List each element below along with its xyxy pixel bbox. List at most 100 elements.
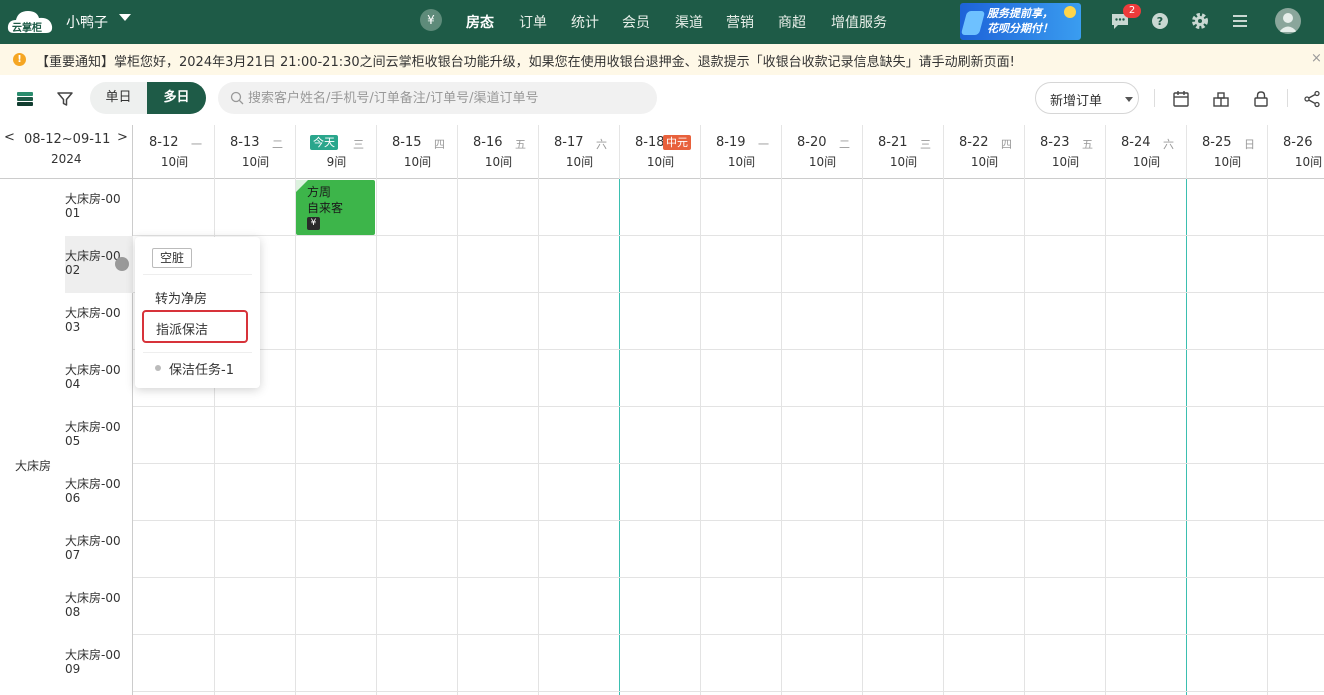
room-row[interactable]: 大床房-0006: [65, 464, 133, 521]
assign-cleaning-label: 指派保洁: [156, 323, 209, 338]
prev-range-button[interactable]: <: [4, 130, 15, 145]
lock-icon[interactable]: [1252, 90, 1270, 108]
nav-channels[interactable]: 渠道: [675, 12, 703, 32]
day-column[interactable]: 8-24 六 10间: [1106, 125, 1187, 179]
room-name: 大床房-0004: [65, 363, 121, 391]
day-date: 8-21: [878, 135, 908, 150]
room-row[interactable]: 大床房-0003: [65, 293, 133, 350]
grid-column-line: [1024, 179, 1025, 695]
day-column[interactable]: 8-19 一 10间: [701, 125, 782, 179]
day-column[interactable]: 8-20 二 10间: [782, 125, 863, 179]
day-weekday: 六: [596, 138, 607, 151]
date-header: < 08-12~09-11 > 2024 8-12 一 10间 8-13 二 10间 今天三…: [0, 125, 1324, 179]
day-date: 8-26: [1283, 135, 1313, 150]
day-date: 8-18: [635, 135, 665, 150]
day-date: 8-25: [1202, 135, 1232, 150]
room-name: 大床房-0009: [65, 648, 121, 676]
room-row[interactable]: 大床房-0002: [65, 236, 133, 293]
day-column[interactable]: 今天 三 9间: [296, 125, 377, 179]
day-weekday: 一: [758, 138, 769, 151]
day-column[interactable]: 8-15 四 10间: [377, 125, 458, 179]
store-dropdown-icon[interactable]: [119, 14, 131, 21]
day-column[interactable]: 8-12 一 10间: [134, 125, 215, 179]
assign-cleaning-option[interactable]: 指派保洁: [142, 310, 248, 343]
nav-marketing[interactable]: 营销: [726, 12, 754, 32]
day-date: 8-12: [149, 135, 179, 150]
day-weekday: 三: [920, 138, 931, 151]
single-day-button[interactable]: 单日: [90, 82, 147, 114]
nav-room-status[interactable]: 房态: [466, 12, 494, 32]
nav-statistics[interactable]: 统计: [571, 12, 599, 32]
room-type-label: 大床房: [15, 459, 52, 473]
day-date: 8-20: [797, 135, 827, 150]
multi-day-button[interactable]: 多日: [147, 82, 206, 114]
day-column[interactable]: 8-18 中元 10间: [620, 125, 701, 179]
room-row[interactable]: 大床房-0005: [65, 407, 133, 464]
grid-column-line: [1267, 179, 1268, 695]
room-layout-icon[interactable]: [1212, 90, 1230, 108]
grid-row-line: [133, 691, 1324, 692]
grid-column-line: [538, 179, 539, 695]
day-weekday: 二: [839, 138, 850, 151]
day-column[interactable]: 8-13 二 10间: [215, 125, 296, 179]
filter-icon[interactable]: [56, 90, 74, 108]
day-weekday: 四: [434, 138, 445, 151]
day-weekday: 六: [1163, 138, 1174, 151]
grid-column-line: [619, 179, 620, 695]
new-order-button[interactable]: 新增订单: [1035, 82, 1139, 114]
day-column[interactable]: 8-21 三 10间: [863, 125, 944, 179]
currency-icon[interactable]: ¥: [420, 9, 442, 31]
date-range-year: 2024: [51, 152, 82, 166]
calendar-icon[interactable]: [1172, 90, 1190, 108]
room-row[interactable]: 大床房-0004: [65, 350, 133, 407]
day-column[interactable]: 8-22 四 10间: [944, 125, 1025, 179]
store-name[interactable]: 小鸭子: [66, 12, 108, 32]
svg-text:?: ?: [1157, 15, 1163, 28]
room-row[interactable]: 大床房-0009: [65, 635, 133, 692]
grid-column-line: [1105, 179, 1106, 695]
share-icon[interactable]: [1303, 90, 1321, 108]
gear-icon[interactable]: [1190, 11, 1210, 31]
grid-column-line: [781, 179, 782, 695]
date-range-text[interactable]: 08-12~09-11: [24, 132, 110, 147]
toolbar: 单日 多日 新增订单: [0, 75, 1324, 125]
layers-icon[interactable]: [16, 90, 34, 108]
day-available-rooms: 10间: [1132, 155, 1161, 169]
mark-clean-option[interactable]: 转为净房: [155, 288, 207, 307]
nav-value-added[interactable]: 增值服务: [831, 12, 887, 32]
menu-icon[interactable]: [1230, 11, 1250, 31]
room-row[interactable]: 大床房-0007: [65, 521, 133, 578]
search-input[interactable]: [248, 82, 648, 114]
help-icon[interactable]: ?: [1150, 11, 1170, 31]
broom-icon[interactable]: [115, 257, 129, 271]
nav-store[interactable]: 商超: [778, 12, 806, 32]
day-weekday: 五: [515, 138, 526, 151]
booking-card[interactable]: 方周 自来客 ¥: [296, 180, 375, 235]
day-weekday: 五: [1082, 138, 1093, 151]
top-nav-bar: 云掌柜 小鸭子 ¥ 房态 订单 统计 会员 渠道 营销 商超 增值服务 服务提前…: [0, 0, 1324, 44]
calendar-cells: 方周 自来客 ¥: [133, 179, 1324, 695]
day-column[interactable]: 8-17 六 10间: [539, 125, 620, 179]
room-row[interactable]: 大床房-0001: [65, 179, 133, 236]
day-column[interactable]: 8-23 五 10间: [1025, 125, 1106, 179]
cloud-logo-icon[interactable]: 云掌柜: [6, 7, 56, 37]
day-date: 8-24: [1121, 135, 1151, 150]
day-available-rooms: 9间: [326, 155, 347, 169]
grid-row-line: [133, 520, 1324, 521]
day-column[interactable]: 8-26一10间: [1268, 125, 1324, 179]
user-avatar-icon[interactable]: [1275, 8, 1301, 34]
close-icon[interactable]: ×: [1311, 51, 1322, 66]
payment-icon: ¥: [307, 217, 320, 230]
message-count-badge: 2: [1123, 4, 1141, 18]
grid-column-line: [295, 179, 296, 695]
nav-members[interactable]: 会员: [622, 12, 650, 32]
day-column[interactable]: 8-16 五 10间: [458, 125, 539, 179]
grid-column-line: [376, 179, 377, 695]
cleaning-task-item[interactable]: 保洁任务-1: [169, 359, 234, 378]
room-row[interactable]: 大床房-0008: [65, 578, 133, 635]
grid-column-line: [943, 179, 944, 695]
next-range-button[interactable]: >: [117, 130, 128, 145]
day-column[interactable]: 8-25 日 10间: [1187, 125, 1268, 179]
nav-orders[interactable]: 订单: [519, 12, 547, 32]
promo-banner[interactable]: 服务提前享， 花呗分期付！: [960, 3, 1081, 40]
